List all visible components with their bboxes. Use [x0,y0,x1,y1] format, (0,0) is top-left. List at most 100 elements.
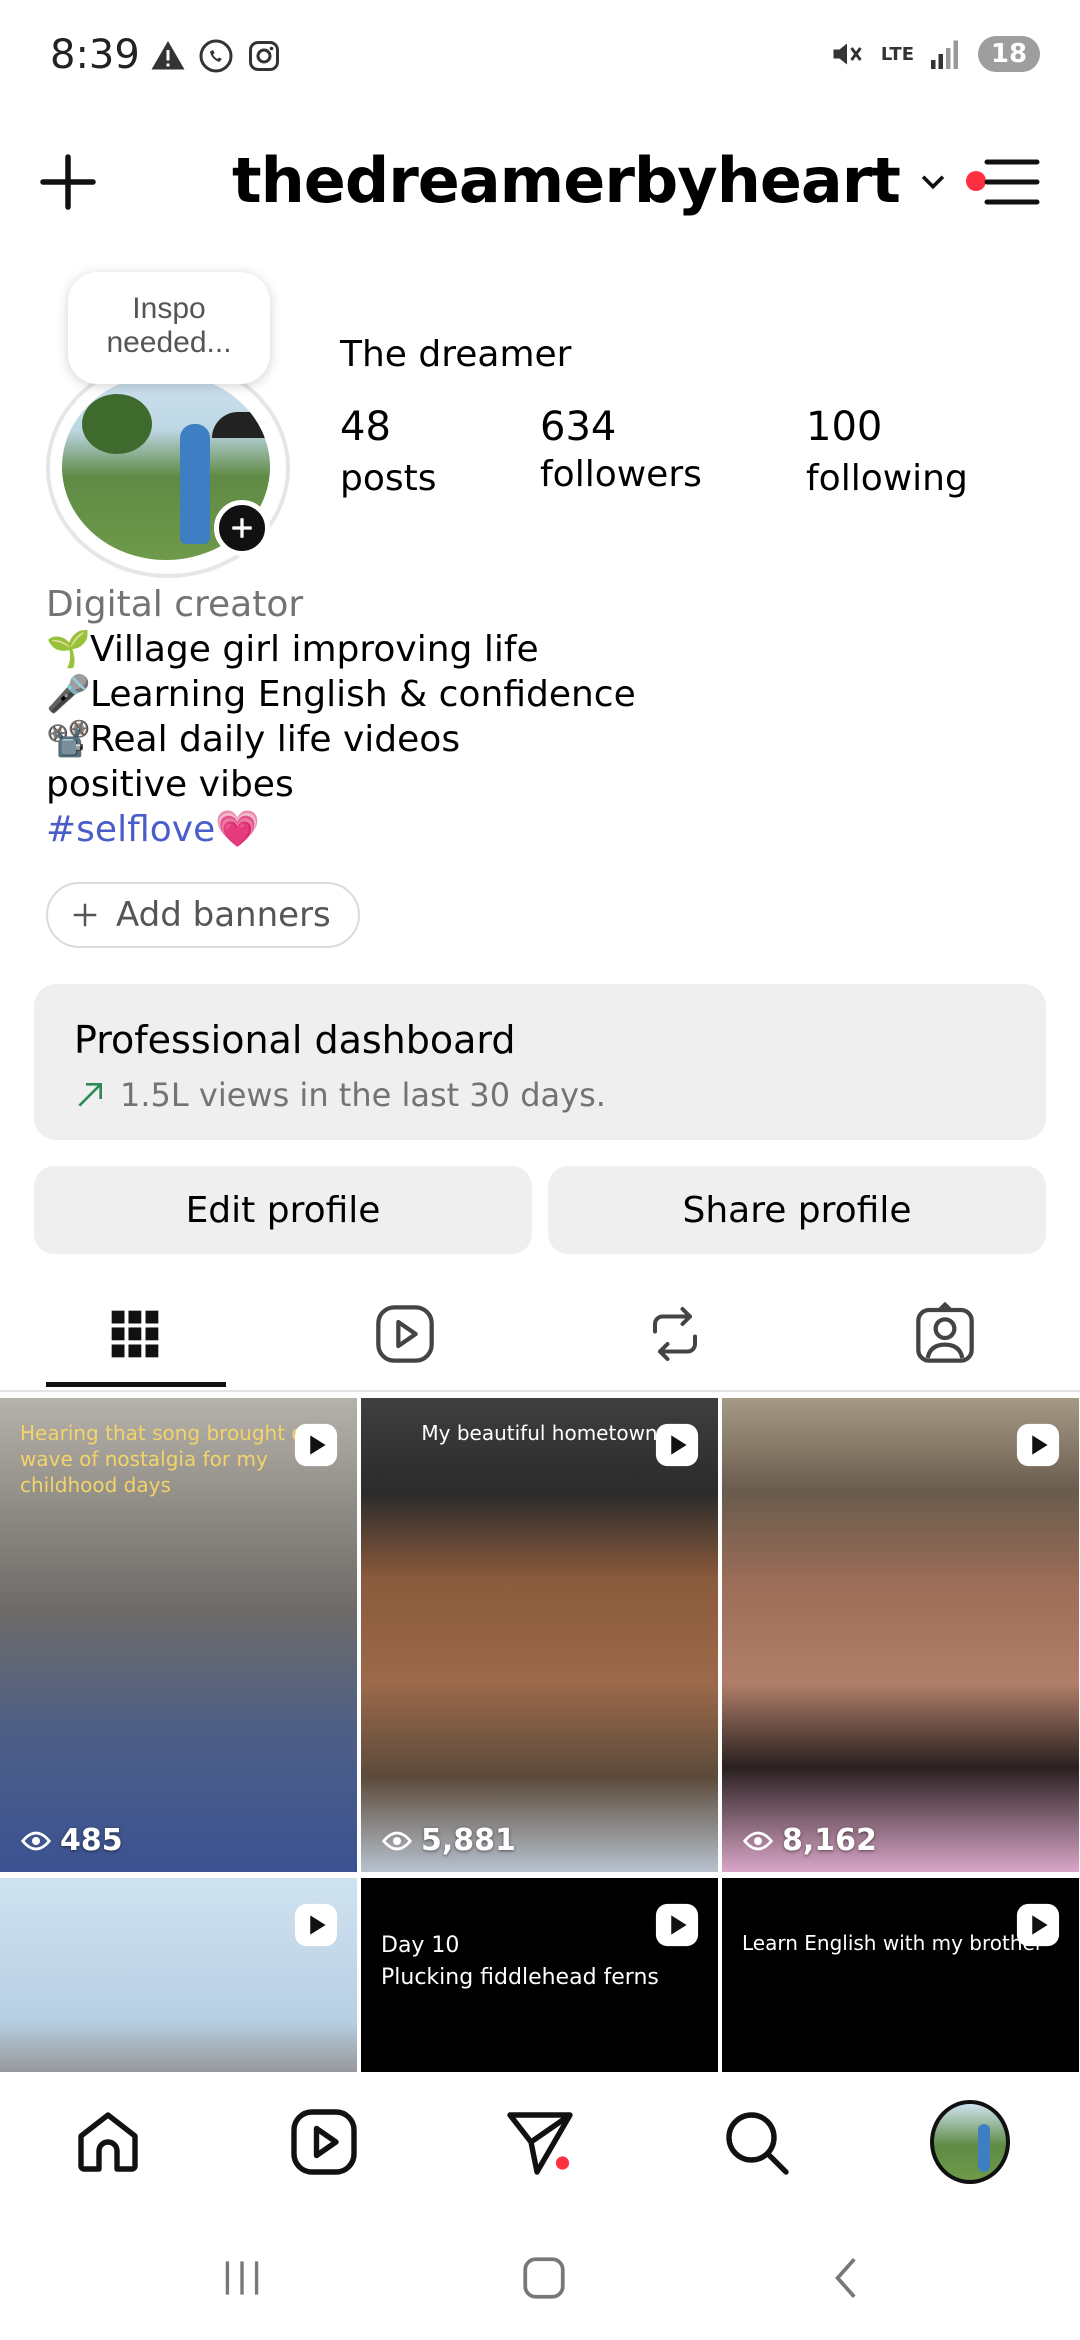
reels-icon [291,2109,357,2175]
home-button[interactable] [514,2248,574,2308]
view-count: 8,162 [742,1823,877,1858]
battery-indicator: 18 [978,36,1040,72]
post-tile[interactable]: My beautiful hometown 5,881 [361,1398,718,1872]
following-count: 100 [806,404,883,450]
posts-count: 48 [340,404,391,450]
profile-header: thedreamerbyheart [0,130,1080,230]
recent-apps-button[interactable] [212,2248,272,2308]
content-tabs [0,1276,1080,1392]
reel-badge-icon [655,1903,699,1947]
notification-icons [150,38,282,74]
note-bubble[interactable]: Inspo needed... [68,272,270,384]
view-count: 485 [20,1823,123,1858]
repost-icon [653,1307,697,1361]
bio-line-2: 🎤Learning English & confidence [46,674,636,715]
followers-count: 634 [540,404,617,450]
menu-icon[interactable] [982,152,1042,212]
username: thedreamerbyheart [232,144,901,217]
instagram-notif-icon [249,41,279,71]
home-icon [78,2112,138,2172]
create-plus-icon[interactable] [38,152,98,212]
followers-label: followers [540,454,702,495]
professional-dashboard[interactable]: Professional dashboard 1.5L views in the… [34,984,1046,1140]
hashtag-link[interactable]: #selflove [46,809,215,850]
tab-posts-grid[interactable] [0,1276,270,1392]
trend-up-arrow-icon [78,1083,102,1107]
reel-badge-icon [294,1423,338,1467]
whatsapp-icon [199,39,233,73]
recent-apps-icon [225,2261,259,2295]
bio-line-3: 📽️Real daily life videos [46,719,461,760]
bio-line-4: positive vibes [46,764,294,805]
post-tile[interactable]: 8,162 [722,1398,1079,1872]
chevron-down-icon [921,174,945,189]
active-tab-indicator [46,1382,226,1387]
warning-icon [151,41,185,70]
bottom-navigation [0,2072,1080,2212]
share-profile-button[interactable]: Share profile [548,1166,1046,1254]
dashboard-title: Professional dashboard [74,1018,516,1062]
back-chevron-icon [835,2258,856,2298]
eye-icon [381,1831,413,1850]
following-stat[interactable]: 100 following [806,404,968,499]
search-icon [726,2112,789,2175]
followers-stat[interactable]: 634 followers [540,404,702,495]
lte-label: LTE [880,43,914,65]
bio-line-1: 🌱Village girl improving life [46,629,539,670]
edit-profile-button[interactable]: Edit profile [34,1166,532,1254]
status-time: 8:39 [50,32,140,78]
category-label: Digital creator [46,584,304,625]
nav-search[interactable] [716,2102,796,2182]
post-tile[interactable]: Learn English with my brother [722,1878,1079,2072]
tab-tagged[interactable] [810,1276,1080,1392]
plus-icon [232,518,252,538]
eye-icon [20,1831,52,1850]
tagged-person-icon [916,1302,974,1363]
add-story-button[interactable] [214,500,270,556]
post-tile[interactable]: Day 10 Plucking fiddlehead ferns [361,1878,718,2072]
tab-reposts[interactable] [540,1276,810,1392]
note-text-line2: needed... [106,326,232,359]
seedling-icon: 🌱 [46,629,91,670]
signal-icon [931,40,958,69]
send-message-icon [507,2112,573,2175]
nav-home[interactable] [68,2102,148,2182]
display-name: The dreamer [340,334,572,375]
posts-label: posts [340,458,437,499]
add-banners-button[interactable]: Add banners [46,882,360,948]
plus-icon [73,903,97,927]
post-tile[interactable] [0,1878,357,2072]
posts-grid: Hearing that song brought on a wave of n… [0,1398,1080,2072]
nav-reels[interactable] [284,2102,364,2182]
mute-icon [833,43,862,65]
account-switcher[interactable]: thedreamerbyheart [232,144,986,217]
nav-profile[interactable] [930,2100,1010,2184]
posts-stat[interactable]: 48 posts [340,404,437,499]
nav-messages[interactable] [500,2102,580,2182]
heart-icon: 💗 [215,809,261,850]
reel-badge-icon [1016,1903,1060,1947]
reel-badge-icon [294,1903,338,1947]
eye-icon [742,1831,774,1850]
home-square-icon [523,2257,565,2299]
projector-icon: 📽️ [46,719,91,760]
reel-badge-icon [655,1423,699,1467]
bio-hashtag-line: #selflove💗 [46,807,636,852]
following-label: following [806,458,968,499]
status-bar: 8:39 LTE 18 [0,0,1080,112]
back-button[interactable] [818,2248,878,2308]
dashboard-subtitle: 1.5L views in the last 30 days. [74,1076,1006,1114]
microphone-icon: 🎤 [46,674,91,715]
tab-reels[interactable] [270,1276,540,1392]
post-tile[interactable]: Hearing that song brought on a wave of n… [0,1398,357,1872]
reel-badge-icon [1016,1423,1060,1467]
grid-icon [111,1310,159,1358]
profile-action-buttons: Edit profile Share profile [34,1166,1046,1254]
note-text-line1: Inspo [132,292,206,325]
view-count: 5,881 [381,1823,516,1858]
reels-icon [376,1305,434,1363]
add-banners-label: Add banners [116,895,331,935]
profile-avatar-small [930,2100,1010,2184]
system-status-icons: LTE 18 [827,36,1040,72]
system-navigation-bar [0,2212,1080,2340]
